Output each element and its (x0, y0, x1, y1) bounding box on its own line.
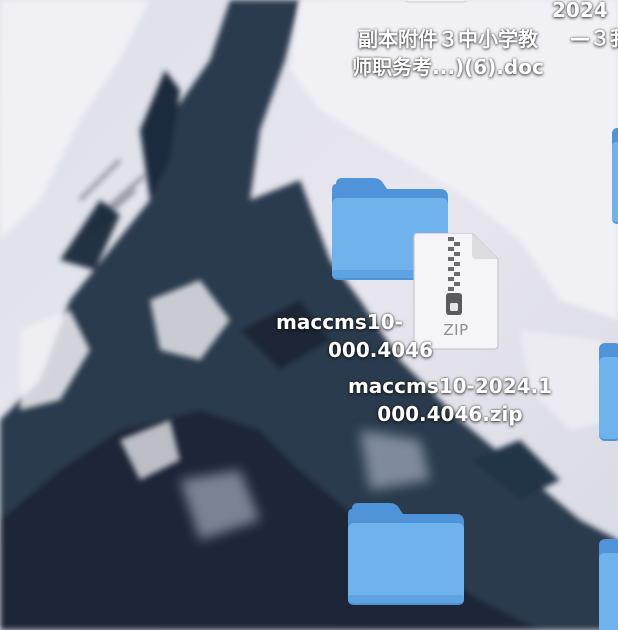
file-label-line: 000.4046 (328, 338, 434, 362)
file-label-zip[interactable]: maccms10-2024.1 000.4046.zip (330, 372, 570, 428)
folder-icon[interactable] (612, 128, 618, 224)
file-label-line: 000.4046.zip (377, 402, 523, 426)
file-label-line: maccms10-2024.1 (347, 374, 553, 398)
folder-icon[interactable] (346, 503, 466, 605)
file-label-doc[interactable]: 副本附件３中小学教 师职务考...)(6).doc (338, 25, 558, 81)
file-label-2024[interactable]: 2024 —３我 (552, 0, 618, 52)
file-label-folder[interactable]: maccms10- 000.4046 (276, 308, 434, 364)
file-label-line: —３我 (570, 26, 618, 50)
zip-archive-icon[interactable]: ZIP (410, 233, 500, 351)
file-label-line: 师职务考...)(6).doc (352, 55, 544, 79)
file-label-line: maccms10- (276, 310, 403, 334)
folder-icon[interactable] (599, 539, 618, 630)
file-label-line: 副本附件３中小学教 (358, 27, 538, 51)
file-label-line: 2024 (552, 0, 608, 22)
folder-icon[interactable] (599, 343, 618, 441)
doc-file-icon[interactable] (406, 0, 466, 4)
